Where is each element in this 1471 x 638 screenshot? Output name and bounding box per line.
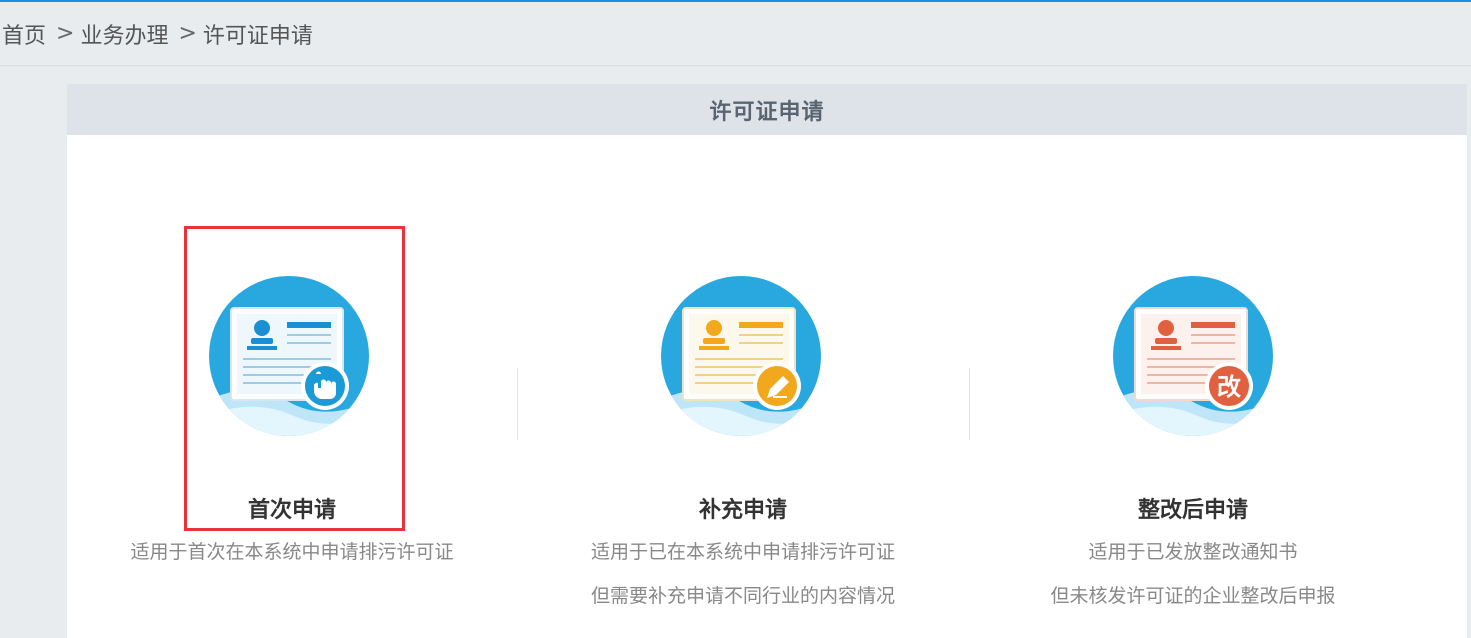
rectification-application-icon: 改	[1113, 270, 1275, 442]
breadcrumb-separator: >	[178, 21, 197, 46]
breadcrumb-business[interactable]: 业务办理	[80, 18, 168, 50]
card-description: 但需要补充申请不同行业的内容情况	[590, 585, 895, 607]
card-description: 但未核发许可证的企业整改后申报	[1050, 585, 1336, 607]
card-description: 适用于已发放整改通知书	[1088, 541, 1298, 563]
breadcrumb: 首页 > 业务办理 > 许可证申请	[0, 2, 1471, 66]
supplementary-application-icon	[661, 270, 823, 442]
license-application-panel: 许可证申请 首次申请 适用于首次在本系统中申请排污许可证 补充申请 适用于已在本…	[67, 84, 1467, 638]
card-description: 适用于首次在本系统中申请排污许可证	[130, 541, 454, 563]
card-title: 整改后申请	[1137, 498, 1248, 523]
breadcrumb-separator: >	[56, 21, 75, 46]
gai-char-icon: 改	[1217, 373, 1241, 401]
breadcrumb-current: 许可证申请	[202, 23, 313, 49]
breadcrumb-home[interactable]: 首页	[2, 18, 46, 50]
card-first-application[interactable]: 首次申请 适用于首次在本系统中申请排污许可证	[67, 84, 517, 638]
card-supplementary-application[interactable]: 补充申请 适用于已在本系统中申请排污许可证 但需要补充申请不同行业的内容情况	[518, 84, 968, 638]
card-description: 适用于已在本系统中申请排污许可证	[590, 541, 895, 563]
card-title: 首次申请	[247, 498, 336, 523]
card-rectification-application[interactable]: 改 整改后申请 适用于已发放整改通知书 但未核发许可证的企业整改后申报	[968, 84, 1418, 638]
first-application-icon	[209, 270, 371, 442]
card-title: 补充申请	[698, 498, 787, 523]
